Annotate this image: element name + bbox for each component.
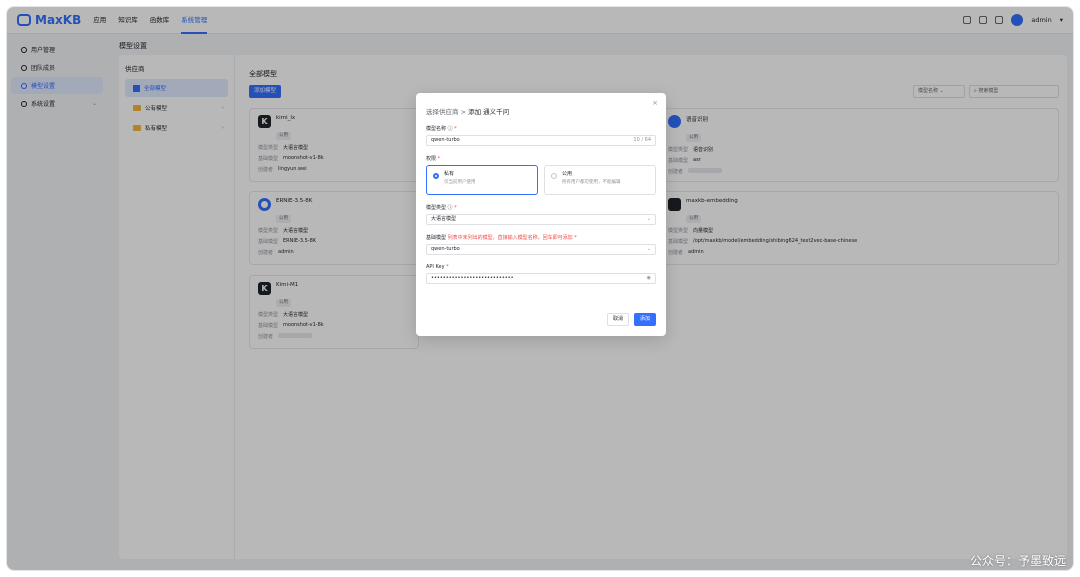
dialog-title: 选择供应商 > 添加 通义千问 (426, 108, 510, 116)
base-model-select[interactable]: qwen-turbo ⌄ (426, 244, 656, 255)
perm-private-option[interactable]: 私有 仅当前用户使用 (426, 165, 538, 195)
base-hint: 列表中未列出的模型，直接输入模型名称，回车即可添加 (447, 235, 573, 241)
watermark: 公众号：予墨致远 (969, 554, 1066, 568)
add-button[interactable]: 添加 (633, 313, 656, 326)
base-label: 基础模型 (426, 235, 447, 241)
model-name-field[interactable]: qwen-turbo 10 / 64 (426, 135, 656, 146)
char-count: 10 / 64 (633, 137, 651, 143)
chevron-down-icon: ⌄ (646, 246, 651, 252)
chevron-down-icon: ⌄ (646, 216, 651, 222)
name-label: 模型名称 (426, 126, 447, 132)
type-label: 模型类型 (426, 205, 447, 211)
crumb-select-provider[interactable]: 选择供应商 (426, 108, 459, 116)
api-key-field[interactable]: •••••••••••••••••••••••••••• ◉ (426, 273, 656, 284)
add-model-dialog: 选择供应商 > 添加 通义千问 × 模型名称 ⓘ * qwen-turbo 10 … (416, 93, 666, 336)
perm-label: 权限 (426, 156, 437, 162)
key-label: API Key (426, 264, 445, 270)
permission-group: 私有 仅当前用户使用 公用 所有用户都可使用，不能编辑 (426, 165, 656, 195)
radio-checked-icon (433, 173, 439, 179)
app-window: MaxKB 应用 知识库 函数库 系统管理 admin ▾ 用户管理 团队成员 … (6, 6, 1074, 571)
cancel-button[interactable]: 取消 (606, 313, 629, 326)
radio-icon (551, 173, 557, 179)
eye-icon: ◉ (646, 275, 651, 281)
close-icon[interactable]: × (652, 99, 658, 107)
model-type-select[interactable]: 大语言模型 ⌄ (426, 214, 656, 225)
perm-public-option[interactable]: 公用 所有用户都可使用，不能编辑 (544, 165, 656, 195)
